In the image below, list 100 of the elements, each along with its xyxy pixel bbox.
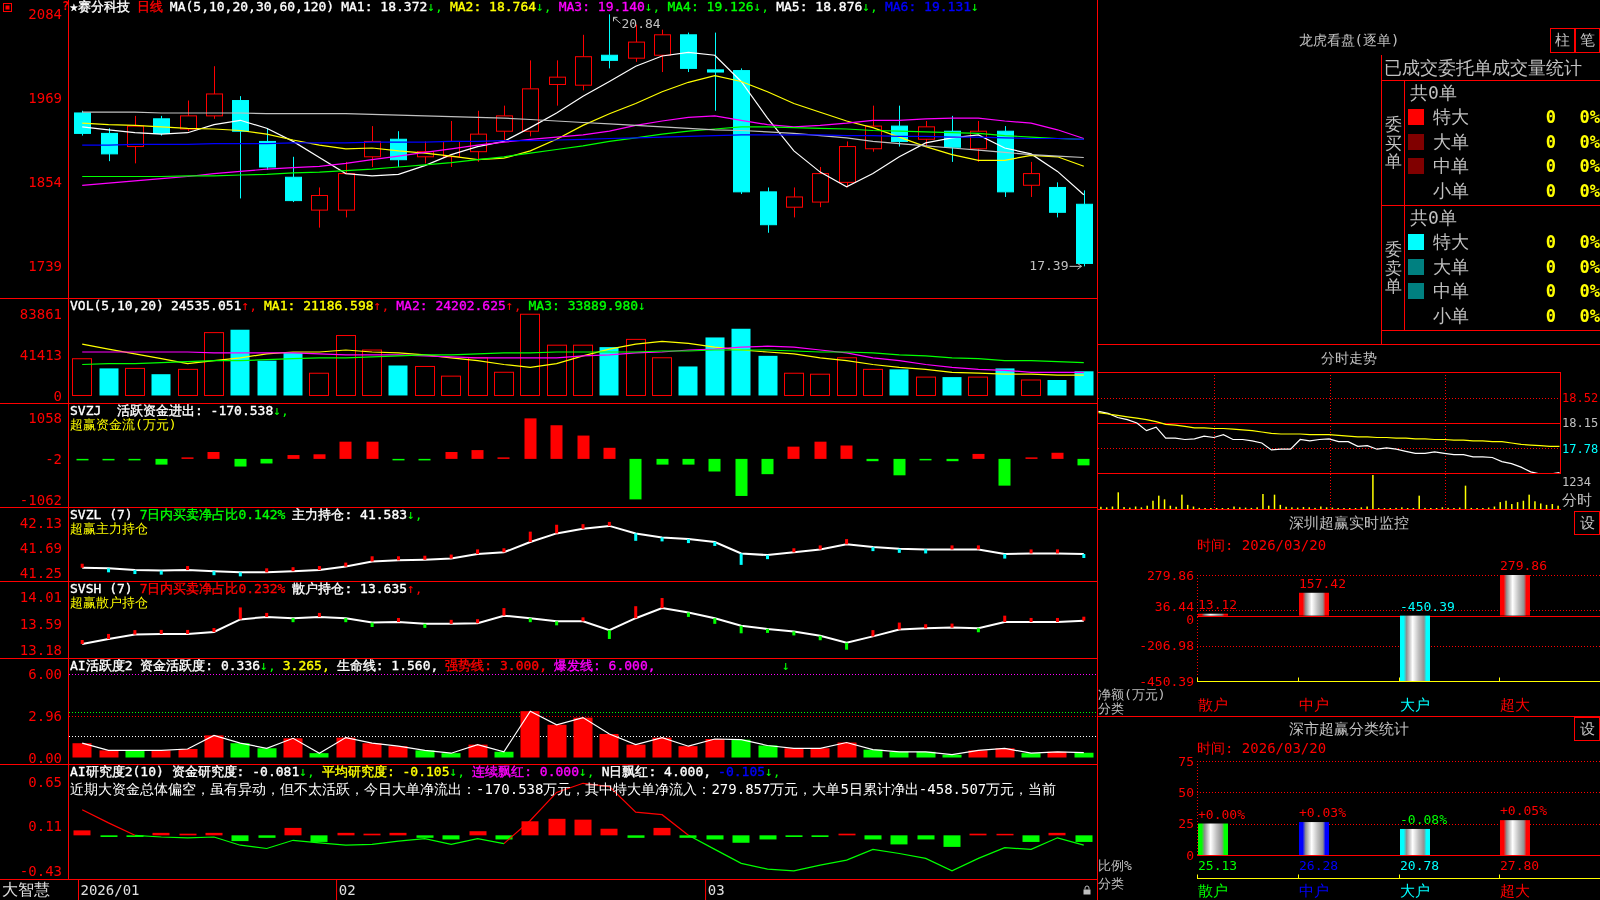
- fund-flow-bar: [155, 458, 168, 465]
- legend-text: ★赛分科技: [70, 0, 130, 13]
- change-marker: [1029, 617, 1033, 622]
- lock-icon[interactable]: [1083, 885, 1091, 895]
- volume-bar: [731, 328, 751, 396]
- volume-bar: [178, 368, 198, 396]
- activity-bar: [942, 754, 962, 758]
- legend-text: 爆发线: 6.000,: [553, 659, 656, 672]
- change-marker: [950, 623, 954, 628]
- order-size-label: 大单: [1433, 129, 1469, 154]
- activity-bar: [125, 750, 145, 758]
- activity-bar: [388, 746, 408, 758]
- volume-bar: [916, 376, 936, 396]
- fund-flow-bar: [128, 458, 141, 461]
- value-label: 27.80: [1500, 858, 1540, 873]
- settings-button[interactable]: 设: [1574, 511, 1600, 535]
- change-marker: [265, 568, 269, 573]
- change-marker: [370, 622, 374, 627]
- change-marker: [686, 612, 690, 617]
- fund-flow-bar: [102, 458, 115, 461]
- candlestick: [206, 65, 223, 120]
- volume-bar: [230, 329, 250, 396]
- help-mark[interactable]: ?: [62, 0, 70, 13]
- date-label: 02: [335, 880, 356, 900]
- fund-flow-bar: [76, 458, 89, 461]
- research-bar: [838, 833, 856, 836]
- research-bar: [337, 832, 355, 836]
- settings-button[interactable]: 设: [1574, 717, 1600, 741]
- category-label: 散户: [1198, 882, 1228, 900]
- axis-label: 41.25: [19, 563, 62, 582]
- order-count: 0: [1545, 180, 1556, 201]
- research-bar: [917, 835, 935, 840]
- research-bar: [469, 831, 487, 836]
- legend-text: VOL(5,10,20): [70, 299, 164, 312]
- annotation: 20.84: [621, 16, 661, 32]
- square-icon[interactable]: [3, 3, 12, 12]
- activity-bar: [257, 748, 277, 758]
- change-marker: [555, 621, 559, 626]
- change-marker: [1029, 549, 1033, 554]
- fund-flow-bar: [840, 445, 853, 459]
- volume-bar: [388, 365, 408, 396]
- change-marker: [159, 629, 163, 634]
- volume-bar: [573, 344, 593, 396]
- volume-bar: [863, 368, 883, 396]
- volume-bar: [889, 369, 909, 396]
- fund-flow-bar: [445, 452, 458, 459]
- fund-flow-bar: [287, 455, 300, 459]
- ratio-bar: [1400, 828, 1430, 855]
- legend-text: 3.265,: [282, 659, 330, 672]
- axis-label: 0.00: [28, 748, 62, 767]
- axis-label: -0.43: [19, 861, 62, 880]
- legend-text: 日线: [136, 0, 163, 13]
- research-bar: [1075, 835, 1093, 842]
- order-count: 0: [1545, 232, 1556, 253]
- volume-bar: [758, 355, 778, 396]
- change-marker: [555, 524, 559, 534]
- change-marker: [739, 625, 743, 634]
- category-label: 散户: [1198, 696, 1228, 714]
- change-marker: [291, 567, 295, 572]
- view-toggle-button[interactable]: 笔: [1575, 28, 1600, 53]
- legend-text: 强势线: 3.000,: [445, 659, 547, 672]
- candlestick: [101, 127, 118, 162]
- legend-text: MA2: 24202.625: [396, 299, 506, 312]
- change-marker: [80, 563, 84, 568]
- fund-flow-bar: [682, 458, 695, 465]
- change-marker: [528, 618, 532, 623]
- change-marker: [818, 545, 822, 550]
- change-marker: [766, 555, 769, 560]
- change-marker: [792, 631, 796, 636]
- trend-arrow: ↓,: [260, 659, 276, 672]
- trend-arrow: ↓,: [765, 765, 781, 778]
- signal-arrow: ↓: [782, 659, 790, 672]
- change-marker: [845, 642, 849, 650]
- trend-arrow: ↑,: [373, 299, 390, 312]
- change-marker: [159, 570, 163, 575]
- candlestick: [443, 120, 460, 168]
- activity-bar: [758, 745, 778, 758]
- candlestick: [470, 110, 487, 163]
- axis-label: 1969: [28, 89, 62, 108]
- change-label: -0.08%: [1400, 811, 1447, 827]
- change-marker: [897, 622, 901, 630]
- change-marker: [502, 608, 506, 616]
- candlestick: [601, 13, 618, 69]
- volume-bar: [626, 338, 646, 396]
- fund-flow-bar: [418, 458, 431, 461]
- volume-bar: [283, 352, 303, 396]
- indicator-caption: 超赢主力持仓: [70, 522, 148, 535]
- legend-text: MA4: 19.126: [667, 0, 754, 13]
- volume-bar: [599, 347, 619, 396]
- trend-arrow: ↓,: [299, 765, 315, 778]
- legend-text: -0.105: [718, 765, 766, 778]
- category-label: 大户: [1400, 696, 1430, 714]
- view-toggle-button[interactable]: 柱: [1550, 28, 1575, 53]
- change-marker: [238, 572, 242, 577]
- change-marker: [792, 548, 796, 553]
- order-size-label: 中单: [1433, 279, 1469, 304]
- research-bar: [205, 832, 223, 836]
- activity-bar: [889, 751, 909, 758]
- change-marker: [291, 618, 295, 623]
- candlestick: [417, 140, 434, 164]
